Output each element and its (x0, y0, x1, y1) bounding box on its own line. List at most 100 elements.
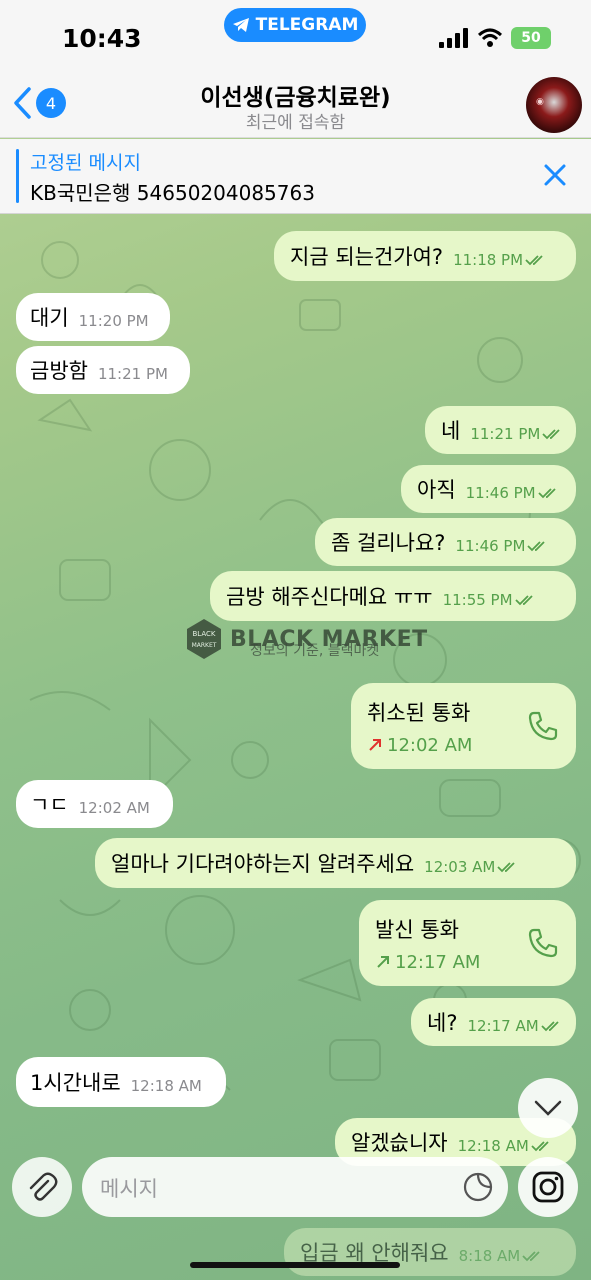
message-text: 아직 (417, 478, 456, 502)
message-text: 대기 (30, 306, 69, 330)
logo-badge-bottom: MARKET (192, 642, 217, 649)
message-time: 11:55 PM (442, 591, 513, 609)
message-time: 11:21 PM (470, 425, 541, 443)
message-bubble[interactable]: 네 11:21 PM (425, 406, 576, 454)
message-text: 좀 걸리나요? (331, 531, 446, 555)
message-bubble[interactable]: 대기 11:20 PM (16, 293, 170, 341)
call-time: 12:02 AM (387, 734, 473, 756)
telegram-icon (232, 18, 249, 32)
message-text: 네 (441, 419, 461, 443)
call-bubble-outgoing[interactable]: 발신 통화 12:17 AM (359, 900, 576, 986)
message-text: ㄱㄷ (30, 793, 69, 817)
call-title: 발신 통화 (375, 917, 459, 942)
message-bubble[interactable]: 금방 해주신다메요 ㅠㅠ 11:55 PM (210, 571, 576, 621)
message-meta: 8:18 AM (459, 1247, 545, 1265)
double-check-icon (531, 1141, 549, 1152)
message-time: 12:18 AM (130, 1077, 202, 1095)
black-market-logo: BLACK MARKET (187, 619, 221, 659)
message-meta: 11:18 PM (453, 251, 547, 269)
message-text: 금방함 (30, 359, 88, 383)
call-bubble-cancelled[interactable]: 취소된 통화 12:02 AM (351, 683, 576, 769)
sticker-icon[interactable] (462, 1171, 494, 1203)
double-check-icon (537, 488, 556, 499)
message-meta: 12:17 AM (467, 1017, 562, 1035)
wifi-icon (477, 28, 503, 47)
double-check-icon (497, 862, 515, 873)
attach-button[interactable] (12, 1157, 72, 1217)
message-bubble[interactable]: 좀 걸리나요? 11:46 PM (315, 518, 576, 566)
top-bar: 10:43 TELEGRAM 50 4 이선생(금융치료완) 최근에 접속함 ◉ (0, 0, 591, 138)
message-meta: 12:18 AM (131, 1077, 202, 1095)
message-meta: 12:03 AM (424, 858, 519, 876)
contact-avatar[interactable]: ◉ (526, 77, 582, 133)
pinned-accent-bar (16, 149, 19, 203)
message-input[interactable]: 메시지 (82, 1157, 508, 1217)
message-meta: 11:46 PM (466, 484, 560, 502)
message-meta: 12:18 AM (458, 1137, 553, 1155)
message-bubble[interactable]: 금방함 11:21 PM (16, 346, 190, 394)
telegram-pill-label: TELEGRAM (255, 15, 359, 35)
pinned-title: 고정된 메시지 (30, 152, 141, 174)
message-text: 금방 해주신다메요 ㅠㅠ (226, 585, 433, 609)
message-meta: 11:21 PM (98, 365, 168, 383)
message-bubble[interactable]: 1시간내로 12:18 AM (16, 1057, 226, 1107)
missed-call-arrow-icon (369, 739, 381, 751)
message-time: 11:18 PM (453, 251, 524, 269)
message-text: 네? (427, 1011, 458, 1035)
home-indicator (190, 1262, 400, 1268)
double-check-icon (525, 255, 543, 266)
avatar-art: ◉ (536, 97, 544, 107)
message-time: 12:02 AM (78, 799, 150, 817)
status-icons: 50 (439, 27, 551, 49)
message-time: 11:21 PM (97, 365, 168, 383)
double-check-icon (522, 1251, 540, 1262)
message-meta: 11:55 PM (443, 591, 537, 609)
message-bubble[interactable]: 입금 왜 안해줘요 8:18 AM (284, 1228, 576, 1276)
call-subline: 12:17 AM (375, 952, 480, 973)
phone-icon[interactable] (526, 709, 560, 743)
message-text: 지금 되는건가여? (290, 245, 444, 269)
telegram-pill[interactable]: TELEGRAM (224, 8, 366, 42)
call-info: 취소된 통화 12:02 AM (367, 697, 472, 756)
double-check-icon (542, 429, 560, 440)
message-bubble[interactable]: 네? 12:17 AM (411, 998, 576, 1046)
signal-icon (439, 28, 468, 48)
call-info: 발신 통화 12:17 AM (375, 914, 480, 973)
message-text: 얼마나 기다려야하는지 알려주세요 (111, 852, 415, 876)
double-check-icon (541, 1021, 559, 1032)
message-bubble[interactable]: ㄱㄷ 12:02 AM (16, 780, 173, 828)
message-text: 1시간내로 (30, 1071, 121, 1095)
message-time: 11:20 PM (78, 312, 149, 330)
message-bubble[interactable]: 아직 11:46 PM (401, 465, 576, 513)
message-input-placeholder: 메시지 (100, 1177, 158, 1201)
scroll-to-bottom-button[interactable] (518, 1078, 578, 1138)
message-time: 11:46 PM (455, 537, 526, 555)
chevron-down-icon (534, 1100, 562, 1116)
message-meta: 11:46 PM (455, 537, 549, 555)
close-pinned-icon[interactable] (540, 160, 570, 190)
paperclip-icon (29, 1172, 58, 1201)
call-subline: 12:02 AM (367, 735, 472, 756)
phone-icon[interactable] (526, 926, 560, 960)
double-check-icon (527, 541, 546, 552)
message-bubble[interactable]: 얼마나 기다려야하는지 알려주세요 12:03 AM (95, 838, 576, 888)
chat-title[interactable]: 이선생(금융치료완) (0, 78, 591, 112)
message-time: 12:17 AM (467, 1017, 539, 1035)
pinned-message-bar[interactable]: 고정된 메시지 KB국민은행 54650204085763 (0, 139, 591, 214)
camera-button[interactable] (518, 1157, 578, 1217)
message-meta: 11:21 PM (470, 425, 564, 443)
battery-level: 50 (521, 30, 541, 46)
message-meta: 12:02 AM (79, 799, 150, 817)
pinned-text: KB국민은행 54650204085763 (30, 181, 315, 205)
message-time: 12:18 AM (457, 1137, 529, 1155)
call-time: 12:17 AM (395, 951, 481, 973)
camera-icon (532, 1171, 564, 1203)
last-seen-status: 최근에 접속함 (245, 113, 346, 133)
message-bubble[interactable]: 지금 되는건가여? 11:18 PM (274, 231, 576, 281)
call-title: 취소된 통화 (367, 700, 471, 725)
message-time: 8:18 AM (458, 1247, 521, 1265)
message-time: 11:46 PM (465, 484, 536, 502)
double-check-icon (514, 595, 533, 606)
message-text: 알겠슶니자 (351, 1131, 448, 1155)
message-time: 12:03 AM (424, 858, 496, 876)
